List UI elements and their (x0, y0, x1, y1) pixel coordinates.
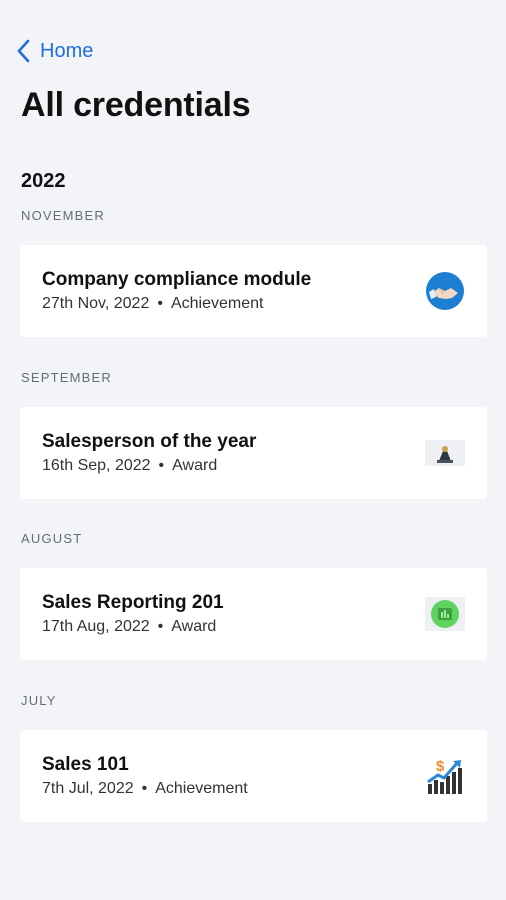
separator-dot: • (141, 780, 148, 797)
credential-meta: 27th Nov, 2022 • Achievement (42, 295, 263, 313)
credential-type: Award (172, 457, 218, 474)
month-heading: NOVEMBER (21, 208, 106, 223)
sales-growth-icon: $ (425, 756, 465, 796)
credential-title: Sales 101 (42, 754, 129, 775)
page-title: All credentials (21, 86, 251, 124)
back-button[interactable]: Home (14, 36, 93, 66)
credential-card[interactable]: Company compliance module 27th Nov, 2022… (20, 245, 487, 337)
credential-date: 16th Sep, 2022 (42, 457, 151, 474)
month-heading: SEPTEMBER (21, 370, 112, 385)
report-badge-icon (425, 594, 465, 634)
month-heading: JULY (21, 693, 57, 708)
credential-type: Award (171, 618, 217, 635)
year-heading: 2022 (21, 170, 66, 192)
handshake-icon (425, 271, 465, 311)
separator-dot: • (157, 295, 163, 312)
credential-title: Company compliance module (42, 269, 312, 290)
month-heading: AUGUST (21, 531, 83, 546)
svg-text:$: $ (436, 758, 445, 775)
credential-date: 17th Aug, 2022 (42, 618, 150, 635)
credential-meta: 16th Sep, 2022 • Award (42, 457, 217, 475)
credential-title: Salesperson of the year (42, 431, 257, 452)
credential-date: 27th Nov, 2022 (42, 295, 150, 312)
credential-card[interactable]: Sales 101 7th Jul, 2022 • Achievement $ (20, 730, 487, 822)
credential-card[interactable]: Sales Reporting 201 17th Aug, 2022 • Award (20, 568, 487, 660)
chevron-left-icon (14, 36, 32, 66)
separator-dot: • (158, 457, 165, 474)
award-icon (425, 433, 465, 473)
credential-type: Achievement (170, 295, 264, 312)
back-label: Home (40, 39, 94, 62)
credential-type: Achievement (155, 780, 248, 797)
credential-date: 7th Jul, 2022 (42, 780, 134, 797)
credential-meta: 17th Aug, 2022 • Award (42, 618, 216, 636)
credential-card[interactable]: Salesperson of the year 16th Sep, 2022 • A… (20, 407, 487, 499)
separator-dot: • (157, 618, 164, 635)
credential-meta: 7th Jul, 2022 • Achievement (42, 780, 248, 798)
credential-title: Sales Reporting 201 (42, 592, 224, 613)
